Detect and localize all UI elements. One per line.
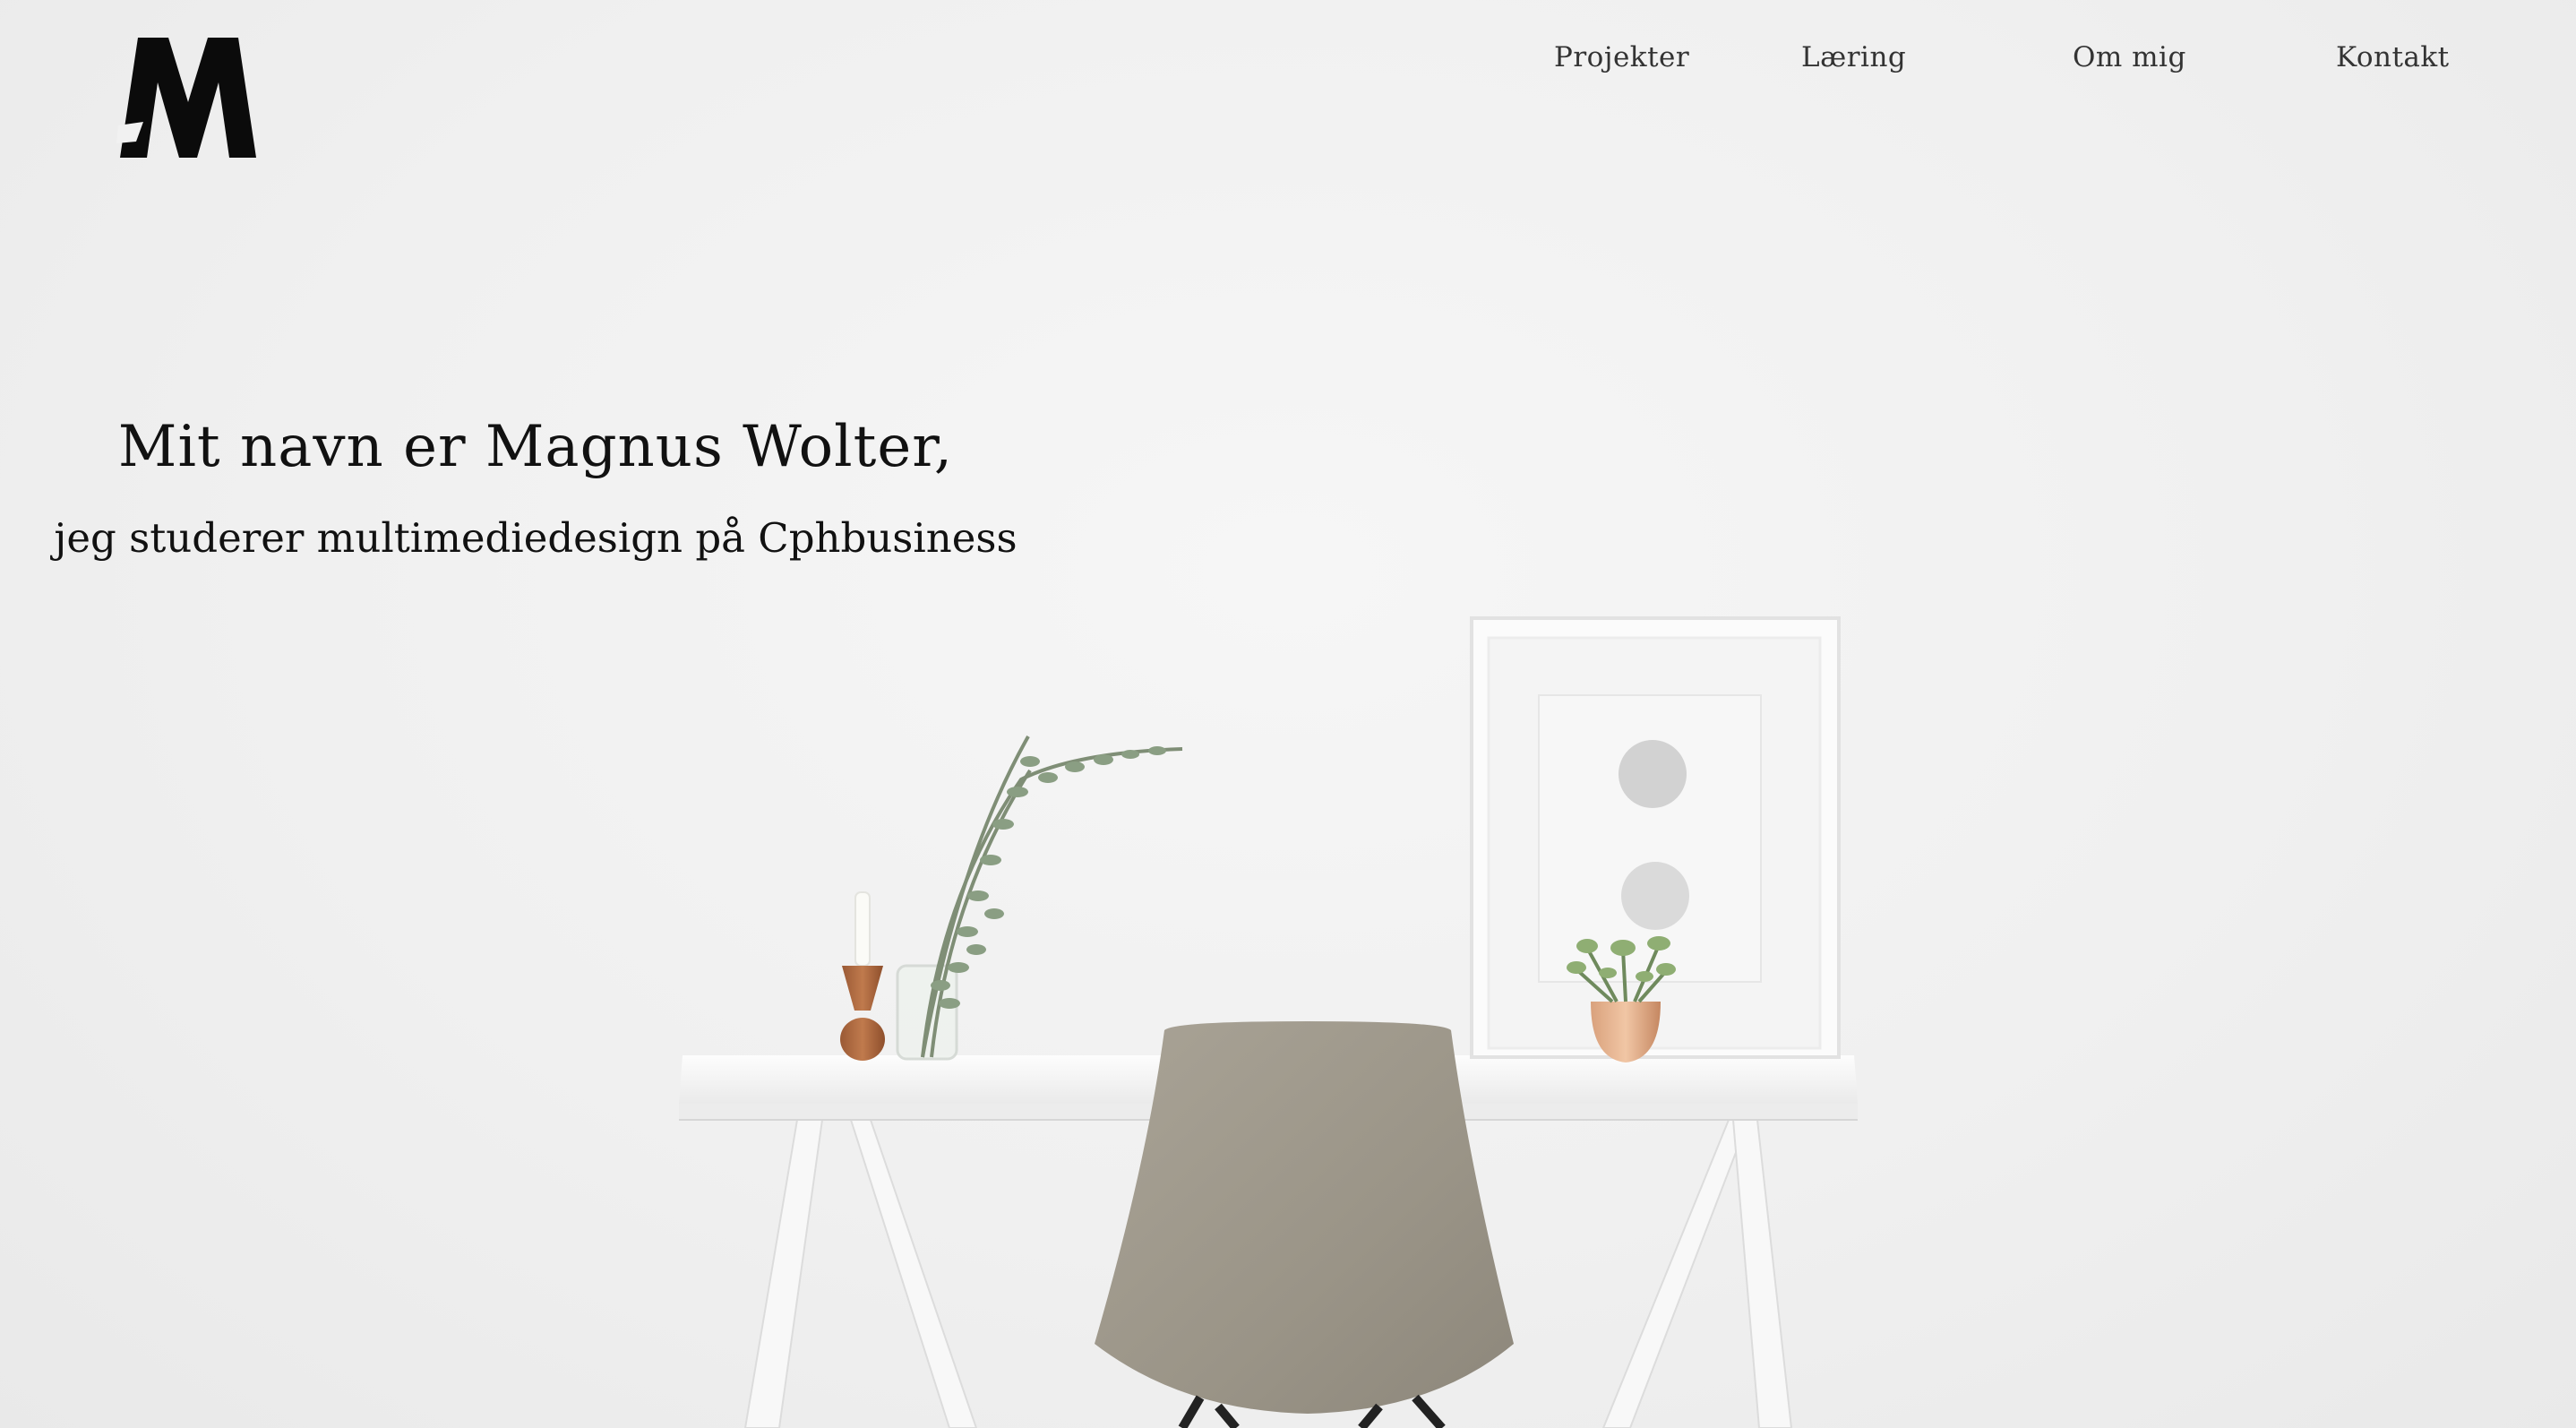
m-logo-icon[interactable] <box>116 36 260 158</box>
nav-item-kontakt[interactable]: Kontakt <box>2336 41 2450 73</box>
nav-item-laering[interactable]: Læring <box>1801 41 1906 73</box>
picture-frame <box>1470 616 1841 1059</box>
nav-item-projekter[interactable]: Projekter <box>1554 41 1689 73</box>
chair <box>1095 1021 1514 1428</box>
eucalyptus-vase <box>896 736 1183 1061</box>
hero-subheadline: jeg studerer multimediedesign på Cphbusi… <box>54 514 1018 562</box>
hero-page: Projekter Læring Om mig Kontakt Mit navn… <box>0 0 2576 1428</box>
hero-background-image <box>679 616 1858 1428</box>
hero-headline: Mit navn er Magnus Wolter, <box>117 414 954 480</box>
candle-holder <box>840 891 885 1061</box>
nav-item-om-mig[interactable]: Om mig <box>2073 41 2186 73</box>
